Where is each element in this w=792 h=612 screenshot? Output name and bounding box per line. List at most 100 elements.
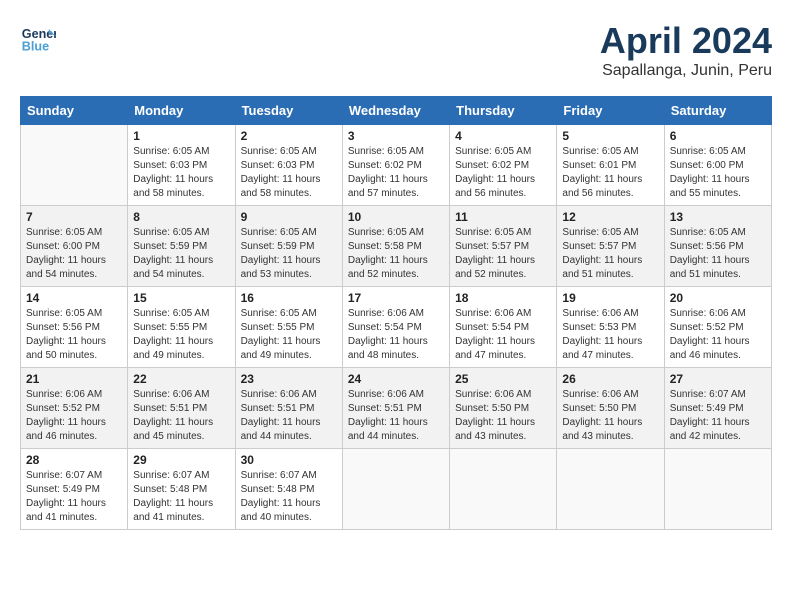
calendar-week-row: 14 Sunrise: 6:05 AMSunset: 5:56 PMDayligh… xyxy=(21,287,772,368)
day-number: 7 xyxy=(26,210,122,224)
day-number: 5 xyxy=(562,129,658,143)
calendar-day-cell: 4Sunrise: 6:05 AMSunset: 6:02 PMDaylight… xyxy=(450,125,557,206)
calendar-week-row: 21 Sunrise: 6:06 AMSunset: 5:52 PMDayligh… xyxy=(21,368,772,449)
calendar-day-cell: 24 Sunrise: 6:06 AMSunset: 5:51 PMDayligh… xyxy=(342,368,449,449)
svg-text:Blue: Blue xyxy=(22,40,49,54)
day-number: 3 xyxy=(348,129,444,143)
day-info: Sunrise: 6:05 AMSunset: 5:59 PMDaylight:… xyxy=(241,226,337,282)
day-info: Sunrise: 6:06 AMSunset: 5:51 PMDaylight:… xyxy=(133,388,229,444)
calendar-day-cell: 1 Sunrise: 6:05 AMSunset: 6:03 PMDaylight… xyxy=(128,125,235,206)
day-info: Sunrise: 6:06 AMSunset: 5:50 PMDaylight:… xyxy=(455,388,551,444)
weekday-header: Wednesday xyxy=(342,97,449,125)
day-number: 11 xyxy=(455,210,551,224)
calendar-day-cell xyxy=(342,449,449,530)
page-header: General Blue April 2024 Sapallanga, Juni… xyxy=(20,20,772,80)
day-info: Sunrise: 6:05 AMSunset: 5:55 PMDaylight:… xyxy=(133,307,229,363)
calendar-day-cell: 11Sunrise: 6:05 AMSunset: 5:57 PMDayligh… xyxy=(450,206,557,287)
day-number: 12 xyxy=(562,210,658,224)
day-number: 4 xyxy=(455,129,551,143)
weekday-header: Thursday xyxy=(450,97,557,125)
day-number: 26 xyxy=(562,372,658,386)
day-number: 18 xyxy=(455,291,551,305)
day-number: 8 xyxy=(133,210,229,224)
weekday-header: Saturday xyxy=(664,97,771,125)
day-info: Sunrise: 6:05 AMSunset: 6:02 PMDaylight:… xyxy=(348,145,444,201)
day-info: Sunrise: 6:06 AMSunset: 5:54 PMDaylight:… xyxy=(455,307,551,363)
day-info: Sunrise: 6:05 AMSunset: 5:58 PMDaylight:… xyxy=(348,226,444,282)
calendar-day-cell: 8 Sunrise: 6:05 AMSunset: 5:59 PMDaylight… xyxy=(128,206,235,287)
calendar-day-cell xyxy=(664,449,771,530)
day-info: Sunrise: 6:07 AMSunset: 5:48 PMDaylight:… xyxy=(133,469,229,525)
day-number: 28 xyxy=(26,453,122,467)
weekday-header: Friday xyxy=(557,97,664,125)
month-year-title: April 2024 xyxy=(600,20,772,62)
calendar-day-cell: 12 Sunrise: 6:05 AMSunset: 5:57 PMDayligh… xyxy=(557,206,664,287)
calendar-day-cell: 6 Sunrise: 6:05 AMSunset: 6:00 PMDaylight… xyxy=(664,125,771,206)
day-number: 13 xyxy=(670,210,766,224)
day-number: 23 xyxy=(241,372,337,386)
day-info: Sunrise: 6:05 AMSunset: 6:00 PMDaylight:… xyxy=(670,145,766,201)
day-number: 17 xyxy=(348,291,444,305)
calendar-day-cell: 3 Sunrise: 6:05 AMSunset: 6:02 PMDaylight… xyxy=(342,125,449,206)
day-number: 21 xyxy=(26,372,122,386)
calendar-day-cell: 18 Sunrise: 6:06 AMSunset: 5:54 PMDayligh… xyxy=(450,287,557,368)
calendar-week-row: 1 Sunrise: 6:05 AMSunset: 6:03 PMDaylight… xyxy=(21,125,772,206)
day-number: 6 xyxy=(670,129,766,143)
day-number: 10 xyxy=(348,210,444,224)
day-number: 30 xyxy=(241,453,337,467)
calendar-day-cell: 10 Sunrise: 6:05 AMSunset: 5:58 PMDayligh… xyxy=(342,206,449,287)
day-number: 22 xyxy=(133,372,229,386)
day-number: 19 xyxy=(562,291,658,305)
calendar-day-cell: 14 Sunrise: 6:05 AMSunset: 5:56 PMDayligh… xyxy=(21,287,128,368)
calendar-day-cell: 30Sunrise: 6:07 AMSunset: 5:48 PMDayligh… xyxy=(235,449,342,530)
calendar-table: SundayMondayTuesdayWednesdayThursdayFrid… xyxy=(20,96,772,530)
day-number: 16 xyxy=(241,291,337,305)
day-number: 29 xyxy=(133,453,229,467)
calendar-day-cell: 25 Sunrise: 6:06 AMSunset: 5:50 PMDayligh… xyxy=(450,368,557,449)
day-info: Sunrise: 6:06 AMSunset: 5:51 PMDaylight:… xyxy=(348,388,444,444)
day-info: Sunrise: 6:05 AMSunset: 5:56 PMDaylight:… xyxy=(670,226,766,282)
day-info: Sunrise: 6:05 AMSunset: 6:03 PMDaylight:… xyxy=(133,145,229,201)
day-number: 24 xyxy=(348,372,444,386)
calendar-day-cell: 20Sunrise: 6:06 AMSunset: 5:52 PMDayligh… xyxy=(664,287,771,368)
day-info: Sunrise: 6:06 AMSunset: 5:53 PMDaylight:… xyxy=(562,307,658,363)
weekday-header-row: SundayMondayTuesdayWednesdayThursdayFrid… xyxy=(21,97,772,125)
day-number: 14 xyxy=(26,291,122,305)
day-info: Sunrise: 6:07 AMSunset: 5:49 PMDaylight:… xyxy=(670,388,766,444)
calendar-day-cell: 28 Sunrise: 6:07 AMSunset: 5:49 PMDayligh… xyxy=(21,449,128,530)
calendar-day-cell xyxy=(450,449,557,530)
calendar-day-cell: 9 Sunrise: 6:05 AMSunset: 5:59 PMDaylight… xyxy=(235,206,342,287)
title-block: April 2024 Sapallanga, Junin, Peru xyxy=(600,20,772,80)
calendar-day-cell: 2Sunrise: 6:05 AMSunset: 6:03 PMDaylight… xyxy=(235,125,342,206)
location-subtitle: Sapallanga, Junin, Peru xyxy=(600,62,772,80)
calendar-day-cell: 21 Sunrise: 6:06 AMSunset: 5:52 PMDayligh… xyxy=(21,368,128,449)
day-info: Sunrise: 6:06 AMSunset: 5:51 PMDaylight:… xyxy=(241,388,337,444)
logo: General Blue xyxy=(20,20,56,56)
day-info: Sunrise: 6:07 AMSunset: 5:49 PMDaylight:… xyxy=(26,469,122,525)
day-number: 1 xyxy=(133,129,229,143)
day-info: Sunrise: 6:05 AMSunset: 6:01 PMDaylight:… xyxy=(562,145,658,201)
day-number: 20 xyxy=(670,291,766,305)
calendar-day-cell: 13 Sunrise: 6:05 AMSunset: 5:56 PMDayligh… xyxy=(664,206,771,287)
calendar-day-cell: 19 Sunrise: 6:06 AMSunset: 5:53 PMDayligh… xyxy=(557,287,664,368)
day-number: 9 xyxy=(241,210,337,224)
calendar-day-cell: 23 Sunrise: 6:06 AMSunset: 5:51 PMDayligh… xyxy=(235,368,342,449)
day-info: Sunrise: 6:05 AMSunset: 5:57 PMDaylight:… xyxy=(562,226,658,282)
calendar-week-row: 7 Sunrise: 6:05 AMSunset: 6:00 PMDaylight… xyxy=(21,206,772,287)
day-info: Sunrise: 6:05 AMSunset: 6:00 PMDaylight:… xyxy=(26,226,122,282)
day-info: Sunrise: 6:05 AMSunset: 5:56 PMDaylight:… xyxy=(26,307,122,363)
calendar-day-cell xyxy=(21,125,128,206)
day-number: 2 xyxy=(241,129,337,143)
calendar-day-cell: 29 Sunrise: 6:07 AMSunset: 5:48 PMDayligh… xyxy=(128,449,235,530)
calendar-day-cell: 7 Sunrise: 6:05 AMSunset: 6:00 PMDaylight… xyxy=(21,206,128,287)
calendar-day-cell: 5 Sunrise: 6:05 AMSunset: 6:01 PMDaylight… xyxy=(557,125,664,206)
calendar-day-cell: 16Sunrise: 6:05 AMSunset: 5:55 PMDayligh… xyxy=(235,287,342,368)
calendar-day-cell: 22 Sunrise: 6:06 AMSunset: 5:51 PMDayligh… xyxy=(128,368,235,449)
day-number: 25 xyxy=(455,372,551,386)
calendar-day-cell: 27 Sunrise: 6:07 AMSunset: 5:49 PMDayligh… xyxy=(664,368,771,449)
day-info: Sunrise: 6:05 AMSunset: 5:59 PMDaylight:… xyxy=(133,226,229,282)
day-info: Sunrise: 6:06 AMSunset: 5:52 PMDaylight:… xyxy=(26,388,122,444)
day-number: 27 xyxy=(670,372,766,386)
day-info: Sunrise: 6:06 AMSunset: 5:50 PMDaylight:… xyxy=(562,388,658,444)
weekday-header: Monday xyxy=(128,97,235,125)
